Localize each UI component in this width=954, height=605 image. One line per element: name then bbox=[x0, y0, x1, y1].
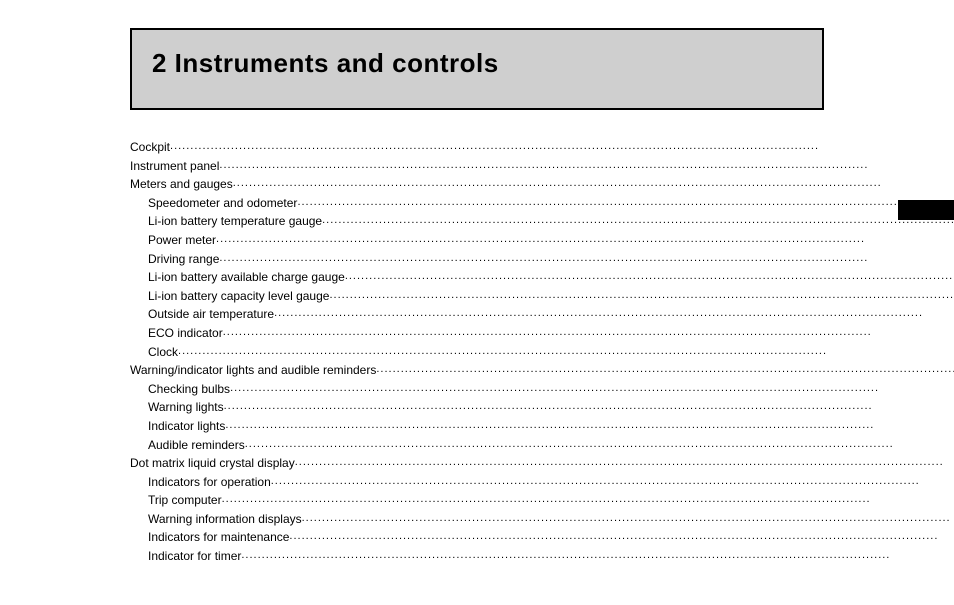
toc-row: Audible reminders ......................… bbox=[130, 436, 954, 455]
toc-leader-dots: ........................................… bbox=[245, 436, 954, 455]
toc-entry-label: Outside air temperature ................… bbox=[148, 305, 954, 324]
toc-leader-dots: ........................................… bbox=[224, 398, 954, 417]
toc-leader-dots: ........................................… bbox=[216, 231, 954, 250]
toc-leader-dots: ........................................… bbox=[225, 417, 954, 436]
document-page: 2 Instruments and controls Cockpit .....… bbox=[0, 0, 954, 605]
toc-row: Dot matrix liquid crystal display ......… bbox=[130, 454, 954, 473]
toc-entry-label: Instrument panel .......................… bbox=[130, 157, 954, 176]
toc-entry-label: Indicator for timer ....................… bbox=[148, 547, 954, 566]
toc-row: Warning information displays ...........… bbox=[130, 510, 954, 529]
toc-row: Power meter ............................… bbox=[130, 231, 954, 250]
toc-row: Meters and gauges ......................… bbox=[130, 175, 954, 194]
toc-label-text: Audible reminders bbox=[148, 436, 245, 455]
toc-leader-dots: ........................................… bbox=[219, 157, 954, 176]
toc-row: Cockpit ................................… bbox=[130, 138, 954, 157]
toc-row: Indicators for maintenance .............… bbox=[130, 528, 954, 547]
toc-leader-dots: ........................................… bbox=[241, 547, 954, 566]
toc-leader-dots: ........................................… bbox=[322, 212, 954, 231]
toc-entry-label: Trip computer ..........................… bbox=[148, 491, 954, 510]
toc-row: Trip computer ..........................… bbox=[130, 491, 954, 510]
toc-row: Instrument panel .......................… bbox=[130, 157, 954, 176]
toc-leader-dots: ........................................… bbox=[178, 343, 954, 362]
toc-label-text: Indicator for timer bbox=[148, 547, 241, 566]
toc-entry-label: Checking bulbs .........................… bbox=[148, 380, 954, 399]
toc-leader-dots: ........................................… bbox=[230, 380, 954, 399]
toc-row: Speedometer and odometer ...............… bbox=[130, 194, 954, 213]
toc-entry-label: Warning information displays ...........… bbox=[148, 510, 954, 529]
toc-leader-dots: ........................................… bbox=[223, 324, 954, 343]
toc-label-text: Li-ion battery available charge gauge bbox=[148, 268, 345, 287]
toc-leader-dots: ........................................… bbox=[233, 175, 954, 194]
toc-entry-label: Li-ion battery available charge gauge ..… bbox=[148, 268, 954, 287]
toc-leader-dots: ........................................… bbox=[329, 287, 954, 306]
toc-entry-label: Clock ..................................… bbox=[148, 343, 954, 362]
toc-entry-label: Meters and gauges ......................… bbox=[130, 175, 954, 194]
toc-entry-label: Power meter ............................… bbox=[148, 231, 954, 250]
toc-entry-label: Indicators for operation ...............… bbox=[148, 473, 954, 492]
toc-label-text: Indicator lights bbox=[148, 417, 225, 436]
toc-label-text: Dot matrix liquid crystal display bbox=[130, 454, 295, 473]
toc-row: Outside air temperature ................… bbox=[130, 305, 954, 324]
toc-entry-label: Dot matrix liquid crystal display ......… bbox=[130, 454, 954, 473]
toc-entry-label: Li-ion battery capacity level gauge ....… bbox=[148, 287, 954, 306]
toc-label-text: Indicators for operation bbox=[148, 473, 271, 492]
toc-leader-dots: ........................................… bbox=[219, 250, 954, 269]
toc-row: Clock ..................................… bbox=[130, 343, 954, 362]
toc-column-left: Cockpit ................................… bbox=[130, 138, 954, 566]
toc-entry-label: Speedometer and odometer ...............… bbox=[148, 194, 954, 213]
toc-label-text: Warning information displays bbox=[148, 510, 302, 529]
toc-row: Warning lights .........................… bbox=[130, 398, 954, 417]
toc-row: Checking bulbs .........................… bbox=[130, 380, 954, 399]
toc-label-text: Clock bbox=[148, 343, 178, 362]
toc-label-text: Power meter bbox=[148, 231, 216, 250]
toc-leader-dots: ........................................… bbox=[376, 361, 954, 380]
chapter-title: 2 Instruments and controls bbox=[152, 48, 802, 79]
toc-row: Indicators for operation ...............… bbox=[130, 473, 954, 492]
toc-entry-label: Indicators for maintenance .............… bbox=[148, 528, 954, 547]
toc-leader-dots: ........................................… bbox=[295, 454, 954, 473]
toc-entry-label: Li-ion battery temperature gauge .......… bbox=[148, 212, 954, 231]
toc-label-text: ECO indicator bbox=[148, 324, 223, 343]
toc-entry-label: Indicator lights .......................… bbox=[148, 417, 954, 436]
toc-label-text: Trip computer bbox=[148, 491, 222, 510]
toc-leader-dots: ........................................… bbox=[274, 305, 954, 324]
toc-entry-label: Warning lights .........................… bbox=[148, 398, 954, 417]
toc-row: ECO indicator ..........................… bbox=[130, 324, 954, 343]
toc-leader-dots: ........................................… bbox=[297, 194, 954, 213]
toc-entry-label: Audible reminders ......................… bbox=[148, 436, 954, 455]
toc-leader-dots: ........................................… bbox=[345, 268, 954, 287]
toc-entry-label: Driving range ..........................… bbox=[148, 250, 954, 269]
toc-label-text: Li-ion battery capacity level gauge bbox=[148, 287, 329, 306]
toc-leader-dots: ........................................… bbox=[289, 528, 954, 547]
toc-label-text: Warning lights bbox=[148, 398, 224, 417]
toc-leader-dots: ........................................… bbox=[302, 510, 954, 529]
toc-columns: Cockpit ................................… bbox=[130, 138, 824, 566]
toc-label-text: Speedometer and odometer bbox=[148, 194, 297, 213]
toc-leader-dots: ........................................… bbox=[271, 473, 954, 492]
toc-row: Li-ion battery capacity level gauge ....… bbox=[130, 287, 954, 306]
chapter-title-box: 2 Instruments and controls bbox=[130, 28, 824, 110]
toc-label-text: Indicators for maintenance bbox=[148, 528, 289, 547]
toc-row: Li-ion battery temperature gauge .......… bbox=[130, 212, 954, 231]
toc-label-text: Instrument panel bbox=[130, 157, 219, 176]
toc-label-text: Cockpit bbox=[130, 138, 170, 157]
toc-row: Warning/indicator lights and audible rem… bbox=[130, 361, 954, 380]
toc-leader-dots: ........................................… bbox=[170, 138, 954, 157]
toc-label-text: Warning/indicator lights and audible rem… bbox=[130, 361, 376, 380]
toc-label-text: Driving range bbox=[148, 250, 219, 269]
toc-leader-dots: ........................................… bbox=[222, 491, 954, 510]
toc-row: Driving range ..........................… bbox=[130, 250, 954, 269]
toc-label-text: Li-ion battery temperature gauge bbox=[148, 212, 322, 231]
toc-entry-label: ECO indicator ..........................… bbox=[148, 324, 954, 343]
toc-row: Indicator lights .......................… bbox=[130, 417, 954, 436]
toc-entry-label: Warning/indicator lights and audible rem… bbox=[130, 361, 954, 380]
toc-row: Indicator for timer ....................… bbox=[130, 547, 954, 566]
toc-label-text: Checking bulbs bbox=[148, 380, 230, 399]
toc-row: Li-ion battery available charge gauge ..… bbox=[130, 268, 954, 287]
toc-label-text: Outside air temperature bbox=[148, 305, 274, 324]
toc-entry-label: Cockpit ................................… bbox=[130, 138, 954, 157]
toc-label-text: Meters and gauges bbox=[130, 175, 233, 194]
